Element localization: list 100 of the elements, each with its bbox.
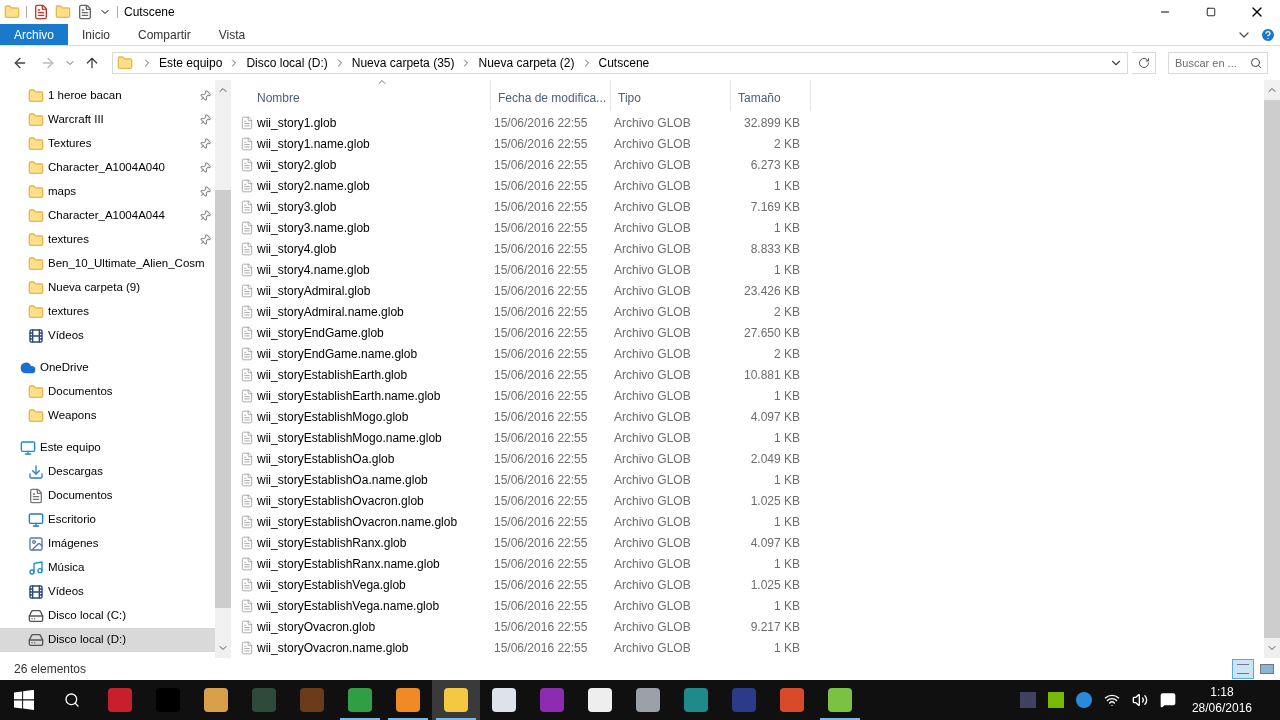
table-cell-text: Archivo GLOB — [613, 114, 692, 132]
network-icon[interactable] — [1103, 692, 1120, 708]
table-cell-text: Archivo GLOB — [613, 471, 692, 489]
refresh-button[interactable] — [1132, 52, 1156, 74]
file-icon — [240, 409, 254, 424]
column-header[interactable]: Nombre — [236, 80, 491, 111]
breadcrumb[interactable]: Cutscene — [596, 54, 652, 72]
table-cell-text: wii_story1.name.glob — [256, 135, 371, 153]
ribbon-tab[interactable]: Archivo — [0, 24, 68, 45]
file-icon — [240, 220, 254, 235]
table-cell-text: 2 KB — [773, 345, 801, 363]
sidebar-item[interactable]: Música — [0, 556, 215, 580]
sidebar-item[interactable]: Character_A1004A044 — [0, 204, 215, 228]
table-cell-text: wii_storyEstablishOvacron.name.glob — [256, 513, 459, 531]
scrollbar[interactable] — [1264, 80, 1280, 658]
table-cell-text: 15/06/2016 22:55 — [493, 534, 589, 552]
up-icon[interactable] — [84, 55, 100, 71]
sidebar-item[interactable]: textures — [0, 300, 215, 324]
sidebar-item[interactable]: Descargas — [0, 460, 215, 484]
sidebar-item[interactable]: Este equipo — [0, 436, 215, 460]
sidebar-item[interactable]: OneDrive — [0, 356, 215, 380]
table-cell-text: wii_storyEstablishEarth.glob — [256, 366, 409, 384]
sidebar-item[interactable]: Vídeos — [0, 324, 215, 348]
table-cell-text: 1 KB — [773, 429, 801, 447]
music-note-icon — [28, 560, 44, 576]
clock[interactable]: 1:18 28/06/2016 — [1187, 684, 1256, 716]
table-cell-text: 1 KB — [773, 513, 801, 531]
table-cell-text: wii_story4.glob — [256, 240, 338, 258]
folder-icon — [28, 256, 44, 272]
search-field[interactable]: Buscar en ... — [1168, 52, 1268, 74]
tray-app-icon[interactable] — [1047, 692, 1064, 708]
scrollbar[interactable] — [215, 80, 231, 658]
monitor-icon — [20, 440, 36, 456]
table-cell-text: wii_story1.glob — [256, 114, 338, 132]
breadcrumb[interactable]: Nueva carpeta (35) — [349, 54, 457, 72]
table-cell-text: 15/06/2016 22:55 — [493, 450, 589, 468]
sidebar-item[interactable]: Warcraft III — [0, 108, 215, 132]
sidebar-item[interactable]: Ben_10_Ultimate_Alien_Cosm — [0, 252, 215, 276]
file-icon — [240, 451, 254, 466]
table-cell-text: wii_storyOvacron.name.glob — [256, 639, 410, 657]
table-cell-text: 15/06/2016 22:55 — [493, 408, 589, 426]
ribbon-tab[interactable]: Compartir — [124, 24, 205, 45]
sidebar-item[interactable]: Documentos — [0, 484, 215, 508]
folder-icon — [28, 136, 44, 152]
address-bar[interactable]: Este equipo Disco local (D:) Nueva carpeta (35) Nueva carpeta (2) Cutscene — [112, 52, 1128, 74]
sidebar-item[interactable]: Imágenes — [0, 532, 215, 556]
breadcrumb[interactable]: Este equipo — [157, 54, 225, 72]
table-cell-text: 15/06/2016 22:55 — [493, 240, 589, 258]
notification-icon[interactable] — [1159, 692, 1176, 708]
table-cell-text: wii_storyEstablishOvacron.glob — [256, 492, 425, 510]
table-cell-text: 1 KB — [773, 471, 801, 489]
sidebar-item[interactable]: Character_A1004A040 — [0, 156, 215, 180]
sidebar-item[interactable]: Nueva carpeta (9) — [0, 276, 215, 300]
ribbon-tab[interactable]: Vista — [204, 24, 260, 45]
back-icon[interactable] — [12, 55, 28, 71]
details-view-button[interactable] — [1232, 659, 1254, 679]
table-cell-text: 15/06/2016 22:55 — [493, 429, 589, 447]
help-icon[interactable] — [1260, 26, 1276, 43]
table-cell-text: 15/06/2016 22:55 — [493, 198, 589, 216]
table-cell-text: wii_storyAdmiral.name.glob — [256, 303, 405, 321]
column-header[interactable]: Tamaño — [731, 80, 811, 111]
taskbar-app[interactable] — [432, 680, 480, 720]
volume-icon[interactable] — [1131, 692, 1148, 708]
forward-icon[interactable] — [40, 55, 56, 71]
sidebar-item[interactable]: textures — [0, 228, 215, 252]
table-cell-text: Archivo GLOB — [613, 534, 692, 552]
tray-app-icon[interactable] — [1075, 692, 1092, 708]
column-header[interactable]: Tipo — [611, 80, 731, 111]
table-cell-text: 15/06/2016 22:55 — [493, 219, 589, 237]
new-folder-icon[interactable] — [55, 4, 71, 20]
sidebar-item[interactable]: Weapons — [0, 404, 215, 428]
table-cell-text: Archivo GLOB — [613, 555, 692, 573]
table-cell-text: Archivo GLOB — [613, 198, 692, 216]
sidebar-item[interactable]: 1 heroe bacan — [0, 84, 215, 108]
table-cell-text: 4.097 KB — [749, 408, 801, 426]
ribbon-tab[interactable]: Inicio — [68, 24, 125, 45]
sidebar-item[interactable]: Escritorio — [0, 508, 215, 532]
table-cell-text: Archivo GLOB — [613, 219, 692, 237]
sidebar-item[interactable]: Disco local (D:) — [0, 628, 215, 652]
sidebar-item[interactable]: Vídeos — [0, 580, 215, 604]
table-cell-text: 7.169 KB — [749, 198, 801, 216]
table-cell-text: 1 KB — [773, 177, 801, 195]
column-header[interactable]: Fecha de modifica... — [491, 80, 611, 111]
folder-icon — [4, 4, 20, 20]
sidebar-item[interactable]: Textures — [0, 132, 215, 156]
table-cell-text: 1 KB — [773, 555, 801, 573]
breadcrumb[interactable]: Nueva carpeta (2) — [476, 54, 577, 72]
table-cell-text: 15/06/2016 22:55 — [493, 618, 589, 636]
sidebar-item[interactable]: maps — [0, 180, 215, 204]
breadcrumb[interactable]: Disco local (D:) — [244, 54, 330, 72]
table-cell-text: wii_story2.name.glob — [256, 177, 371, 195]
file-icon — [240, 241, 254, 256]
table-cell-text: 15/06/2016 22:55 — [493, 492, 589, 510]
sidebar-item[interactable]: Disco local (C:) — [0, 604, 215, 628]
sidebar-item[interactable]: Documentos — [0, 380, 215, 404]
table-cell-text: Archivo GLOB — [613, 177, 692, 195]
file-icon — [240, 472, 254, 487]
folder-icon — [28, 408, 44, 424]
file-icon — [240, 367, 254, 382]
folder-icon — [28, 384, 44, 400]
